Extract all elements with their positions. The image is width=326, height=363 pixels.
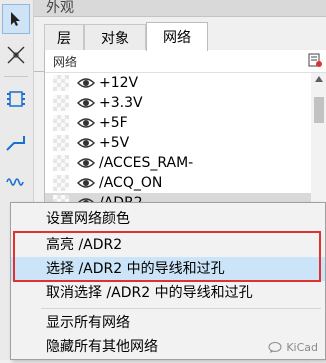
visibility-eye-icon[interactable] xyxy=(77,136,95,150)
net-color-swatch[interactable] xyxy=(53,115,69,131)
net-row[interactable]: +12V xyxy=(45,73,311,93)
menu-item-show-all-nets[interactable]: 显示所有网络 xyxy=(11,311,325,335)
menu-item-set-net-color[interactable]: 设置网络颜色 xyxy=(11,207,325,231)
scroll-thumb[interactable] xyxy=(314,97,324,123)
net-name: +3.3V xyxy=(99,95,143,111)
net-color-swatch[interactable] xyxy=(53,135,69,151)
toolbar-separator xyxy=(4,76,28,77)
visibility-eye-icon[interactable] xyxy=(77,116,95,130)
net-options-icon[interactable] xyxy=(307,52,323,72)
menu-item-label: 隐藏所有其他网络 xyxy=(46,339,158,355)
menu-item-deselect-tracks-vias[interactable]: 取消选择 /ADR2 中的导线和过孔 xyxy=(11,281,325,305)
menu-item-label: 选择 /ADR2 中的导线和过孔 xyxy=(46,261,225,277)
net-header-label: 网络 xyxy=(53,55,78,69)
diff-pair-icon[interactable] xyxy=(2,164,30,194)
menu-item-label: 高亮 /ADR2 xyxy=(46,237,123,253)
net-row[interactable]: /ACQ_ON xyxy=(45,173,311,193)
net-row[interactable]: +5V xyxy=(45,133,311,153)
watermark-text: KiCad xyxy=(286,341,318,354)
net-row[interactable]: /ACCES_RAM- xyxy=(45,153,311,173)
panel-header: 外观 xyxy=(34,0,326,17)
net-name: +5V xyxy=(99,135,130,151)
visibility-eye-icon[interactable] xyxy=(77,176,95,190)
net-name: +12V xyxy=(99,75,139,91)
route-track-icon[interactable] xyxy=(2,128,30,158)
menu-separator xyxy=(41,308,321,309)
scroll-up-arrow-icon[interactable] xyxy=(315,76,323,82)
chat-bubble-icon xyxy=(268,341,282,353)
tab-nets[interactable]: 网络 xyxy=(146,22,208,51)
net-color-swatch[interactable] xyxy=(53,175,69,191)
cross-icon[interactable] xyxy=(2,40,30,70)
net-color-swatch[interactable] xyxy=(53,155,69,171)
visibility-eye-icon[interactable] xyxy=(77,96,95,110)
net-name: +5F xyxy=(99,115,128,131)
net-row[interactable]: +5F xyxy=(45,113,311,133)
net-color-swatch[interactable] xyxy=(53,95,69,111)
menu-item-label: 显示所有网络 xyxy=(46,315,130,331)
tab-bar: 层 对象 网络 xyxy=(34,22,326,72)
tab-objects[interactable]: 对象 xyxy=(84,24,146,50)
footprint-icon[interactable] xyxy=(2,84,30,114)
panel-title: 外观 xyxy=(46,0,74,16)
net-list-header: 网络 xyxy=(45,50,326,73)
net-name: /ACCES_RAM- xyxy=(99,155,194,171)
context-menu: 设置网络颜色 高亮 /ADR2 选择 /ADR2 中的导线和过孔 取消选择 /A… xyxy=(10,202,326,360)
visibility-eye-icon[interactable] xyxy=(77,156,95,170)
menu-item-select-tracks-vias[interactable]: 选择 /ADR2 中的导线和过孔 xyxy=(11,257,325,281)
menu-item-label: 取消选择 /ADR2 中的导线和过孔 xyxy=(46,285,253,301)
tab-layers[interactable]: 层 xyxy=(44,24,84,50)
net-row[interactable]: +3.3V xyxy=(45,93,311,113)
menu-item-highlight-net[interactable]: 高亮 /ADR2 xyxy=(11,233,325,257)
cursor-icon[interactable] xyxy=(2,4,30,34)
net-name: /ACQ_ON xyxy=(99,175,163,191)
watermark: KiCad xyxy=(268,341,318,354)
visibility-eye-icon[interactable] xyxy=(77,76,95,90)
net-color-swatch[interactable] xyxy=(53,75,69,91)
menu-item-label: 设置网络颜色 xyxy=(46,211,130,227)
